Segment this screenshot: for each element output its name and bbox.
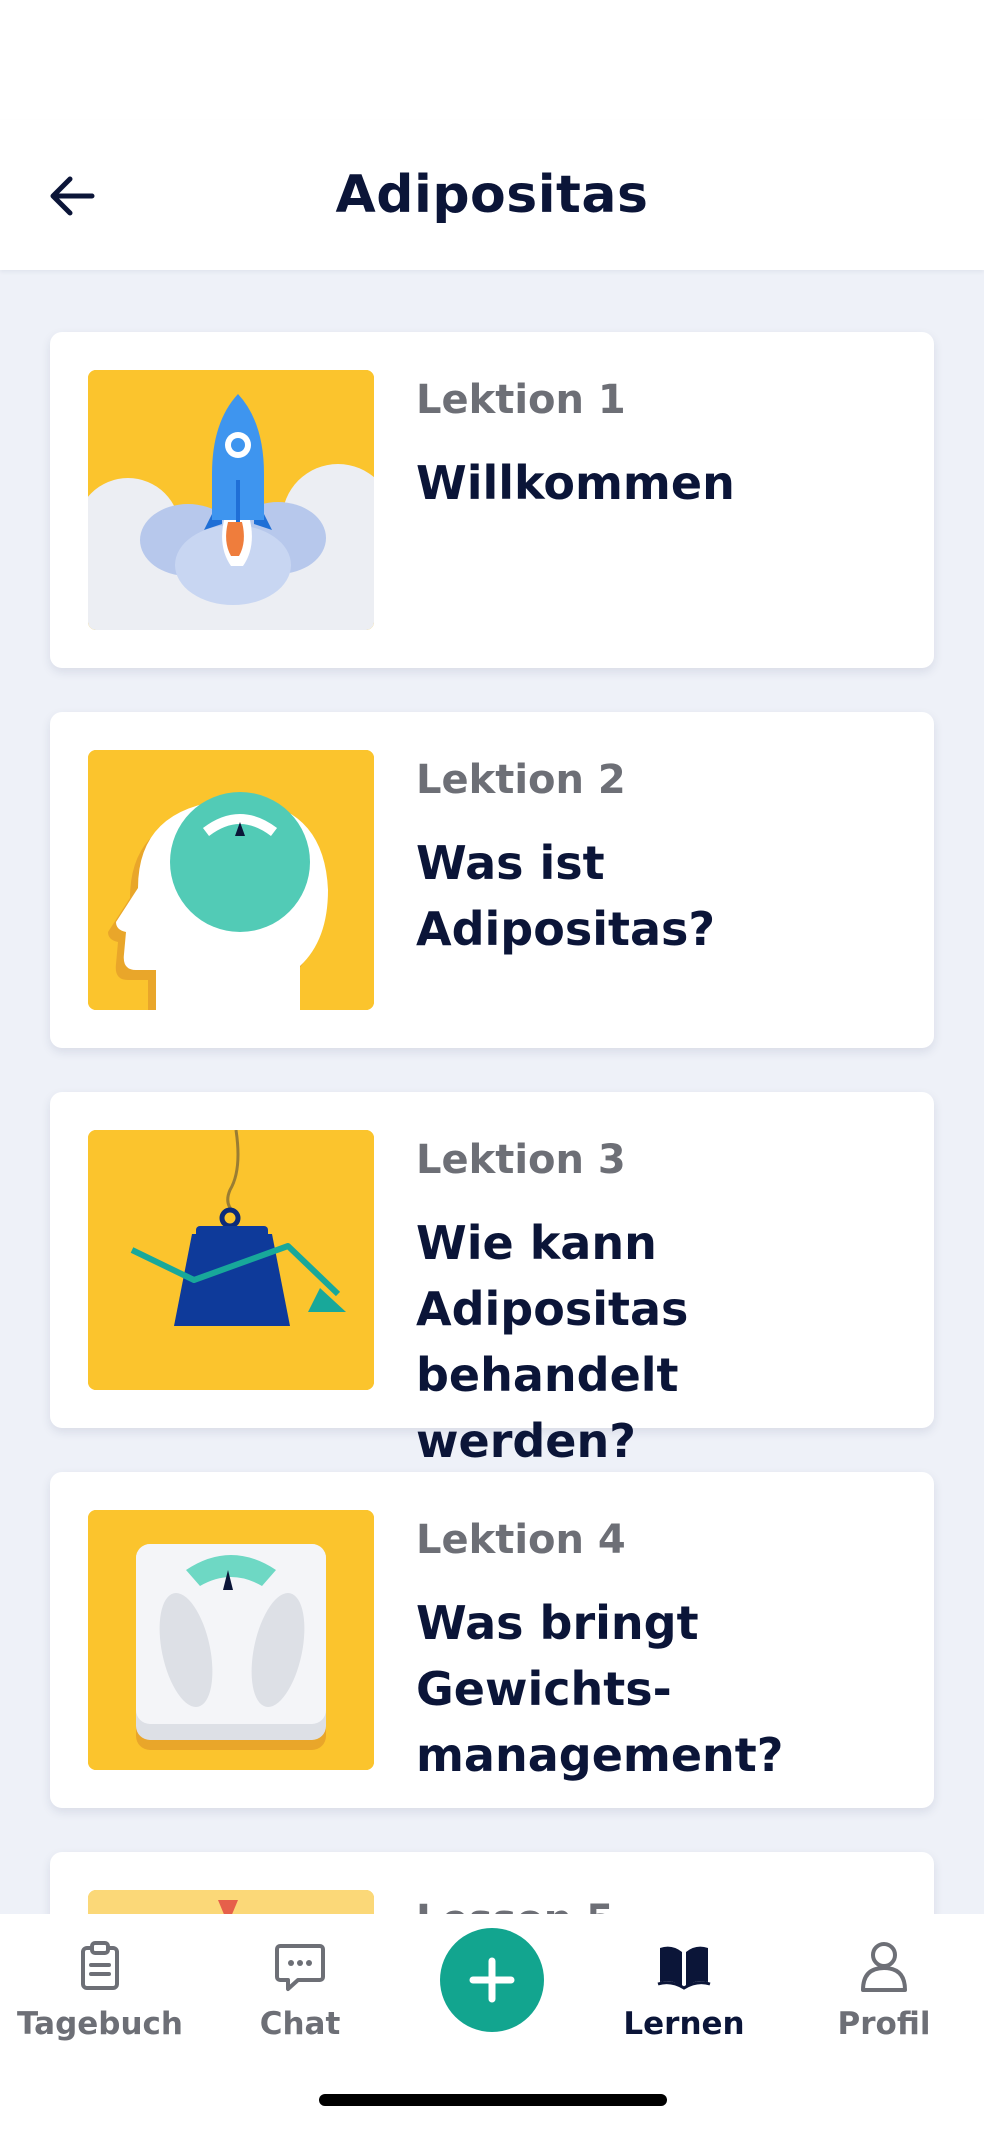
clipboard-icon: [81, 1941, 119, 1990]
head-scale-illustration: [88, 750, 374, 1010]
plus-icon: [469, 1957, 515, 2003]
tab-label: Tagebuch: [17, 2006, 183, 2042]
lesson-title: Wie kann Adipositas behandelt werden?: [416, 1216, 689, 1468]
arrow-left-icon: [50, 176, 95, 216]
lesson-title: Was bringt Gewichts-management?: [416, 1596, 784, 1782]
chat-bubble-icon: [275, 1944, 325, 1991]
person-icon: [861, 1942, 907, 1992]
lesson-number: Lektion 3: [416, 1137, 626, 1183]
lesson-number: Lektion 2: [416, 757, 626, 803]
lesson-list: Lektion 1 Willkommen Lektion 2 Was ist A…: [0, 270, 984, 1914]
rocket-illustration: [88, 370, 374, 630]
lesson-title: Willkommen: [416, 456, 735, 510]
weight-trend-illustration: [88, 1130, 374, 1390]
lesson-number: Lektion 4: [416, 1517, 626, 1563]
open-book-icon: [657, 1946, 711, 1990]
tab-label: Profil: [837, 2006, 931, 2042]
tab-label: Lernen: [623, 2006, 745, 2042]
tab-profil[interactable]: Profil: [799, 1938, 969, 2058]
lesson-number: Lektion 1: [416, 377, 626, 423]
tab-tagebuch[interactable]: Tagebuch: [15, 1938, 185, 2058]
tab-chat[interactable]: Chat: [215, 1938, 385, 2058]
bottom-tab-bar: Tagebuch Chat Lernen Profil: [0, 1914, 984, 2130]
lesson-card-2[interactable]: Lektion 2 Was ist Adipositas?: [50, 712, 934, 1048]
partial-illustration: [88, 1890, 374, 1914]
lesson-card-5[interactable]: Lesson 5: [50, 1852, 934, 1914]
lesson-number: Lesson 5: [416, 1894, 906, 1914]
lesson-card-3[interactable]: Lektion 3 Wie kann Adipositas behandelt …: [50, 1092, 934, 1468]
lesson-card-1[interactable]: Lektion 1 Willkommen: [50, 332, 934, 668]
home-indicator: [319, 2094, 667, 2106]
page-title: Adipositas: [335, 165, 649, 225]
add-entry-button[interactable]: [440, 1928, 544, 2032]
lesson-card-4[interactable]: Lektion 4 Was bringt Gewichts-management…: [50, 1472, 934, 1808]
back-button[interactable]: [36, 160, 108, 232]
tab-lernen[interactable]: Lernen: [599, 1938, 769, 2058]
bathroom-scale-illustration: [88, 1510, 374, 1770]
top-app-bar: Adipositas: [0, 120, 984, 270]
tab-label: Chat: [259, 2006, 341, 2042]
lesson-title: Was ist Adipositas?: [416, 836, 716, 956]
status-bar-area: [0, 0, 984, 120]
